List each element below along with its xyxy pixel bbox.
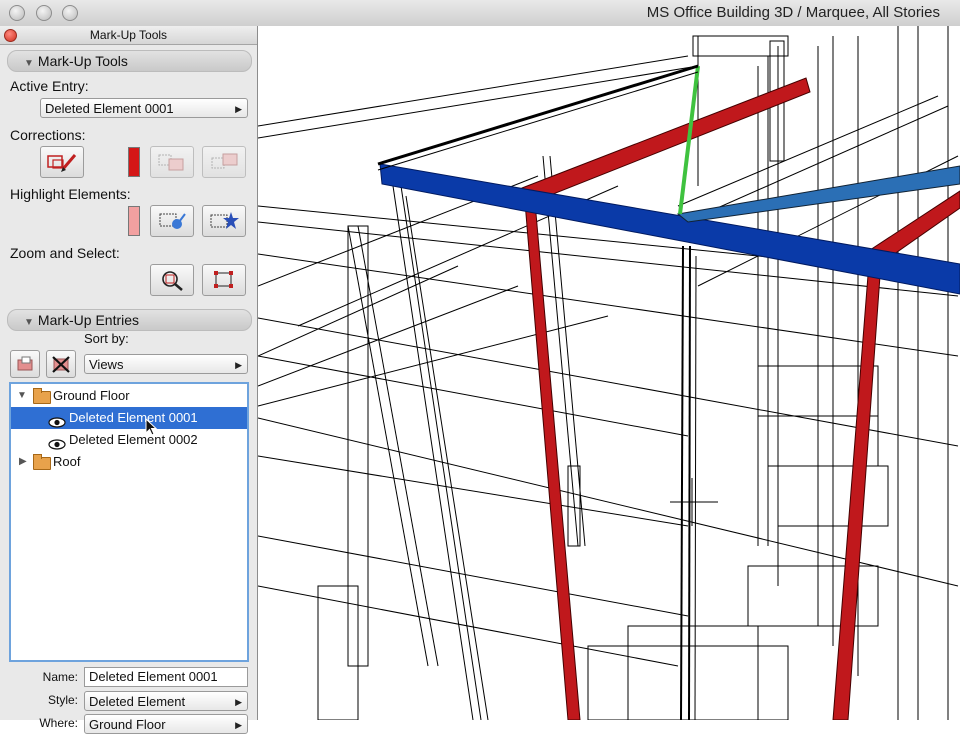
expanded-triangle-icon: ▼ (17, 390, 27, 401)
tree-item-label: Deleted Element 0001 (69, 410, 198, 425)
tree-item-label: Ground Floor (53, 388, 130, 403)
sort-by-label: Sort by: (84, 331, 129, 346)
zoom-select-label: Zoom and Select: (10, 245, 120, 261)
popup-arrow-icon: ▶ (235, 697, 242, 707)
tree-entry-deleted-element-0001[interactable]: Deleted Element 0001 (11, 407, 247, 429)
select-elements-button[interactable] (202, 264, 246, 296)
palette-close-button[interactable] (4, 29, 17, 42)
active-entry-value: Deleted Element 0001 (45, 101, 174, 116)
zoom-window-button[interactable] (62, 5, 78, 21)
markup-tools-palette: Mark-Up Tools ▼ Mark-Up Tools Active Entr… (0, 26, 258, 734)
window-title-bar: MS Office Building 3D / Marquee, All Sto… (0, 0, 960, 27)
where-label: Where: (39, 716, 78, 730)
draw-correction-button[interactable] (40, 146, 84, 178)
select-handles-icon (214, 271, 233, 288)
add-highlight-icon (159, 213, 186, 229)
where-value: Ground Floor (89, 717, 166, 732)
correction-remove-button[interactable] (202, 146, 246, 178)
tree-folder-roof[interactable]: ▶ Roof (11, 451, 247, 473)
popup-arrow-icon: ▶ (235, 720, 242, 730)
disclosure-triangle-icon: ▼ (24, 58, 34, 69)
section-title: Mark-Up Entries (37, 312, 140, 328)
new-entry-icon (17, 356, 33, 371)
correction-color-swatch[interactable] (128, 147, 140, 177)
copy-elements-icon (158, 154, 184, 171)
highlight-color-swatch[interactable] (128, 206, 140, 236)
folder-icon (33, 388, 51, 404)
sort-by-value: Views (89, 357, 124, 372)
folder-icon (33, 454, 51, 470)
pen-correction-icon (47, 154, 77, 172)
delete-entry-button[interactable] (46, 350, 76, 378)
popup-arrow-icon: ▶ (235, 104, 242, 114)
star-highlight-icon (210, 212, 239, 229)
zoom-magnifier-icon (162, 271, 183, 291)
name-field[interactable]: Deleted Element 0001 (84, 667, 248, 687)
3d-model-viewport[interactable] (258, 26, 960, 720)
window-title: MS Office Building 3D / Marquee, All Sto… (646, 4, 940, 21)
style-value: Deleted Element (89, 694, 186, 709)
mouse-pointer-icon (145, 418, 158, 436)
palette-title: Mark-Up Tools (89, 28, 168, 42)
tree-item-label: Roof (53, 454, 81, 469)
markup-entries-section-header[interactable]: ▼ Mark-Up Entries (7, 309, 252, 331)
correction-copy-button[interactable] (150, 146, 194, 178)
section-title: Mark-Up Tools (37, 53, 128, 69)
add-highlight-button[interactable] (150, 205, 194, 237)
style-popup[interactable]: Deleted Element ▶ (84, 691, 248, 711)
active-entry-label: Active Entry: (10, 78, 89, 94)
markup-tools-section-header[interactable]: ▼ Mark-Up Tools (7, 50, 252, 72)
disclosure-triangle-icon: ▼ (24, 317, 34, 328)
palette-title-bar: Mark-Up Tools (0, 26, 257, 45)
zoom-to-markup-button[interactable] (150, 264, 194, 296)
where-popup[interactable]: Ground Floor ▶ (84, 714, 248, 734)
sort-by-popup[interactable]: Views ▶ (84, 354, 248, 374)
popup-arrow-icon: ▶ (235, 360, 242, 370)
tree-entry-deleted-element-0002[interactable]: Deleted Element 0002 (11, 429, 247, 451)
delete-entry-icon (52, 356, 70, 373)
highlight-elements-label: Highlight Elements: (10, 186, 131, 202)
style-label: Style: (47, 693, 78, 707)
tree-folder-ground-floor[interactable]: ▼ Ground Floor (11, 385, 247, 407)
tree-item-label: Deleted Element 0002 (69, 432, 198, 447)
close-window-button[interactable] (9, 5, 25, 21)
name-label: Name: (42, 670, 78, 684)
active-entry-popup[interactable]: Deleted Element 0001 ▶ (40, 98, 248, 118)
markup-entries-tree[interactable]: ▼ Ground Floor Deleted Element 0001 Dele… (9, 382, 249, 662)
3d-wireframe-drawing (258, 26, 960, 720)
remove-elements-icon (211, 153, 238, 169)
minimize-window-button[interactable] (36, 5, 52, 21)
new-entry-button[interactable] (10, 350, 40, 378)
collapsed-triangle-icon: ▶ (19, 456, 27, 467)
highlight-star-button[interactable] (202, 205, 246, 237)
corrections-label: Corrections: (10, 127, 86, 143)
red-correction-elements (521, 77, 960, 720)
